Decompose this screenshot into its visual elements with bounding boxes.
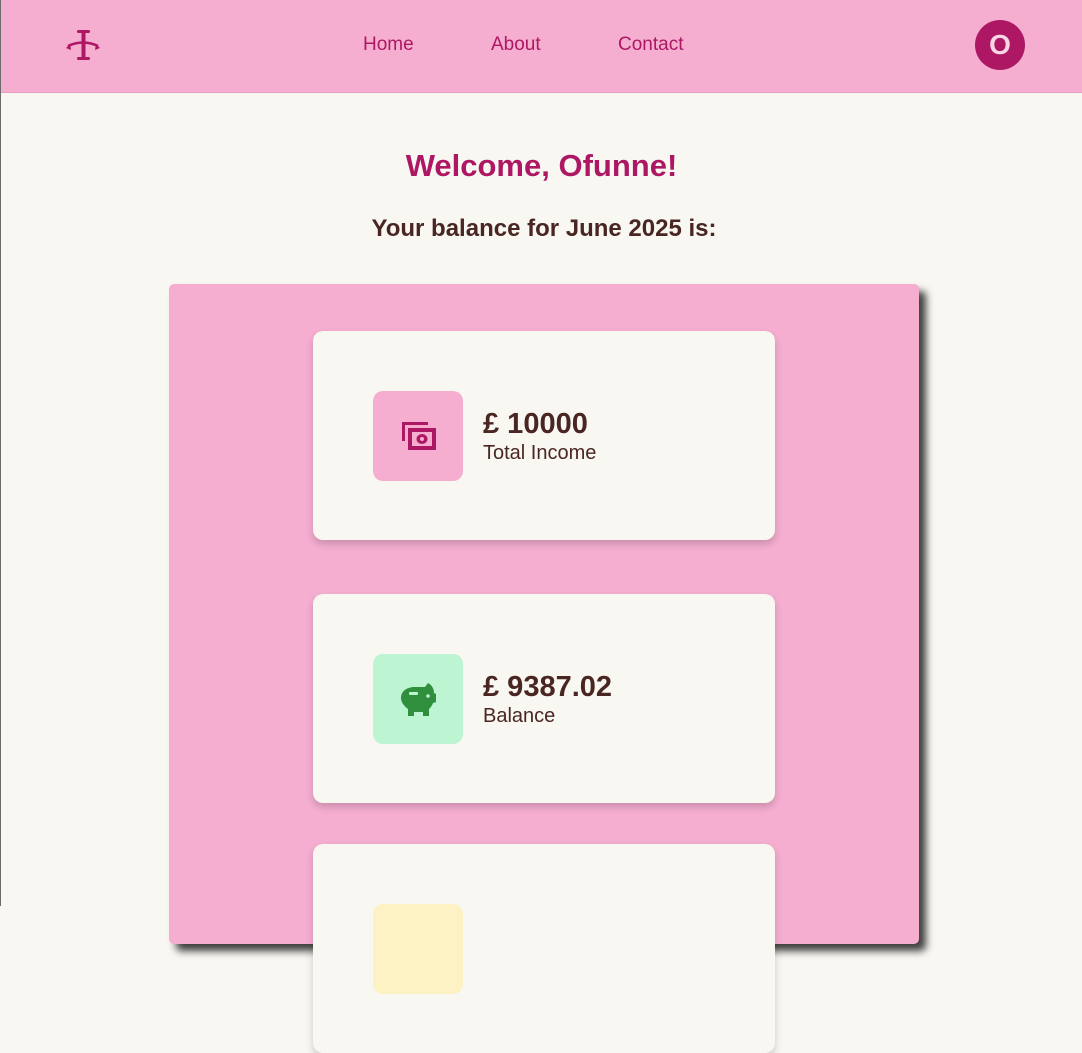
balance-amount: £ 9387.02 xyxy=(483,671,613,703)
income-card: £ 10000 Total Income xyxy=(313,331,775,540)
balance-label: Balance xyxy=(483,705,556,727)
welcome-heading: Welcome, Ofunne! xyxy=(405,148,678,183)
navbar: Home About Contact O xyxy=(1,0,1082,93)
user-avatar[interactable]: O xyxy=(975,20,1025,70)
balance-icon-box xyxy=(373,654,463,744)
income-amount: £ 10000 xyxy=(483,408,588,440)
third-icon-box xyxy=(373,904,463,994)
piggy-bank-icon xyxy=(401,683,436,716)
income-label: Total Income xyxy=(483,442,597,464)
balance-period-heading: Your balance for June 2025 is: xyxy=(371,215,717,242)
cash-icon xyxy=(402,422,436,450)
nav-link-contact[interactable]: Contact xyxy=(618,34,683,56)
nav-link-home[interactable]: Home xyxy=(363,34,414,56)
nav-link-about[interactable]: About xyxy=(491,34,541,56)
balance-scale-icon[interactable] xyxy=(63,28,103,64)
income-icon-box xyxy=(373,391,463,481)
third-card xyxy=(313,844,775,1053)
logo-graphic xyxy=(66,30,100,60)
balance-card: £ 9387.02 Balance xyxy=(313,594,775,803)
summary-panel: £ 10000 Total Income £ 9387.02 Balance xyxy=(169,284,919,1053)
